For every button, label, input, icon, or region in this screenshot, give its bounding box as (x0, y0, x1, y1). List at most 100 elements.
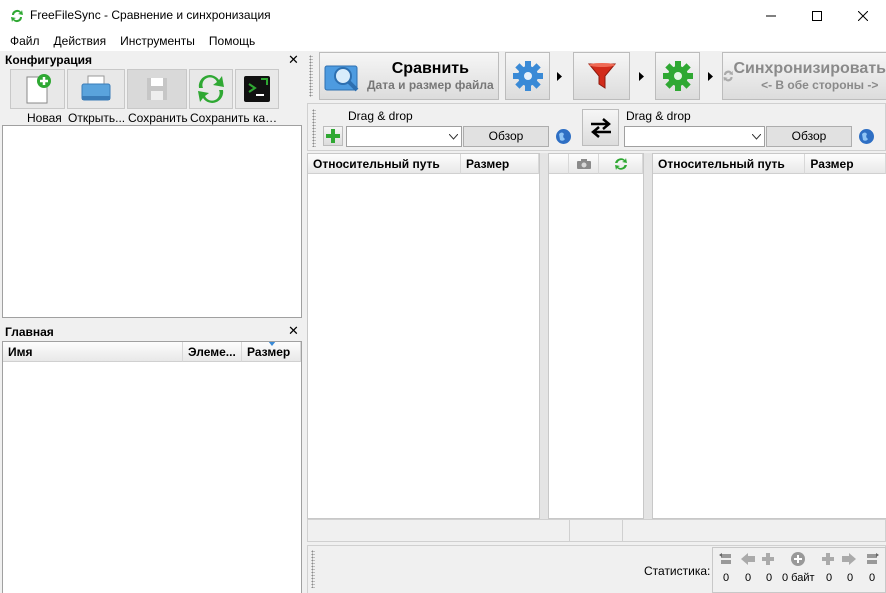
right-folder-input[interactable] (624, 126, 765, 147)
delete-right-icon (822, 553, 834, 565)
left-col-size[interactable]: Размер (461, 154, 539, 174)
overview-tree[interactable]: Имя Элеме... Размер (2, 341, 302, 593)
stat-delete-right: 0 (826, 572, 833, 584)
compare-button[interactable]: Сравнить Дата и размер файла (319, 52, 499, 100)
right-file-grid[interactable]: Относительный путь Размер (652, 153, 886, 519)
right-splitter[interactable] (644, 153, 652, 519)
data-size-icon (791, 552, 805, 566)
statistics-label: Статистика: (644, 564, 711, 578)
stat-data-size: 0 байт (782, 572, 815, 584)
save-as-config-button[interactable] (189, 69, 233, 109)
open-config-label: Открыть... (68, 111, 126, 125)
middle-col-category[interactable] (569, 154, 599, 174)
chevron-down-icon (449, 134, 458, 140)
terminal-icon (244, 76, 270, 102)
stat-delete-left: 0 (766, 572, 773, 584)
create-right-icon (867, 553, 879, 564)
compare-settings-button[interactable] (505, 52, 550, 100)
create-left-icon (719, 553, 731, 564)
right-col-size[interactable]: Размер (805, 154, 886, 174)
sync-arrows-icon (198, 75, 224, 103)
swap-sides-button[interactable] (582, 109, 619, 146)
compare-title: Сравнить (391, 60, 469, 77)
chevron-down-icon (752, 134, 761, 140)
batch-job-button[interactable] (235, 69, 279, 109)
blue-gear-icon (512, 61, 543, 91)
new-config-label: Новая (27, 111, 62, 125)
status-bar (307, 519, 886, 542)
status-divider (569, 520, 570, 541)
folder-row-grip[interactable] (312, 109, 316, 147)
sync-settings-button[interactable] (655, 52, 700, 100)
main-panel-header: Главная (1, 324, 302, 340)
stat-create-left: 0 (723, 572, 730, 584)
swap-arrows-icon (590, 117, 611, 138)
triangle-right-icon (707, 71, 713, 81)
sync-subtitle: <- В обе стороны -> (761, 78, 879, 92)
right-folder-label: Drag & drop (626, 109, 691, 123)
menu-help[interactable]: Помощь (202, 31, 262, 51)
update-left-icon (741, 553, 755, 565)
left-folder-label: Drag & drop (348, 109, 413, 123)
left-col-relpath[interactable]: Относительный путь (308, 154, 461, 174)
update-right-icon (842, 553, 856, 565)
config-panel-close-icon[interactable]: ✕ (288, 53, 299, 67)
overview-col-size[interactable]: Размер (242, 342, 301, 362)
add-folder-pair-button[interactable] (323, 126, 343, 146)
maximize-button[interactable] (794, 0, 840, 31)
new-config-button[interactable] (10, 69, 65, 109)
app-icon (11, 10, 23, 23)
green-gear-icon (662, 61, 693, 91)
config-list[interactable] (2, 125, 302, 318)
left-globe-icon[interactable] (555, 128, 572, 145)
menu-actions[interactable]: Действия (47, 31, 114, 51)
middle-col-action[interactable] (599, 154, 643, 174)
menu-bar: Файл Действия Инструменты Помощь (0, 31, 886, 51)
left-folder-input[interactable] (346, 126, 462, 147)
save-disk-icon (147, 78, 167, 100)
filter-dropdown-arrow[interactable] (635, 53, 647, 99)
plus-icon (326, 129, 340, 143)
stats-grip[interactable] (311, 550, 315, 588)
sync-gray-icon (723, 70, 733, 82)
toolbar-grip[interactable] (309, 55, 313, 97)
new-document-icon (26, 74, 51, 104)
stat-update-right: 0 (847, 572, 854, 584)
middle-col-checkbox (549, 154, 569, 174)
menu-tools[interactable]: Инструменты (113, 31, 202, 51)
close-icon (858, 10, 868, 21)
synchronize-button[interactable]: Синхронизировать <- В обе стороны -> (722, 52, 886, 100)
right-browse-button[interactable]: Обзор (766, 126, 852, 147)
close-window-button[interactable] (840, 0, 886, 31)
save-config-button[interactable] (127, 69, 187, 109)
menu-file[interactable]: Файл (3, 31, 47, 51)
overview-col-items[interactable]: Элеме... (183, 342, 242, 362)
sort-arrow-icon (268, 342, 276, 346)
compare-subtitle: Дата и размер файла (367, 78, 494, 92)
sync-title: Синхронизировать (733, 60, 886, 77)
config-panel-title: Конфигурация (5, 53, 93, 67)
overview-col-name[interactable]: Имя (3, 342, 183, 362)
delete-left-icon (762, 553, 774, 565)
camera-icon (576, 158, 591, 169)
open-folder-icon (81, 75, 111, 101)
compare-dropdown-arrow[interactable] (553, 53, 565, 99)
window-title: FreeFileSync - Сравнение и синхронизация (30, 8, 271, 22)
left-browse-button[interactable]: Обзор (463, 126, 549, 147)
left-splitter[interactable] (540, 153, 548, 519)
right-col-relpath[interactable]: Относительный путь (653, 154, 806, 174)
maximize-icon (812, 10, 822, 21)
status-divider (622, 520, 623, 541)
sync-dropdown-arrow[interactable] (704, 53, 716, 99)
minimize-button[interactable] (748, 0, 794, 31)
compare-magnifier-icon (324, 65, 359, 92)
config-panel-header: Конфигурация (1, 52, 302, 68)
filter-button[interactable] (573, 52, 630, 100)
middle-action-grid[interactable] (548, 153, 644, 519)
main-panel-close-icon[interactable]: ✕ (288, 324, 299, 338)
triangle-right-icon (638, 71, 644, 81)
open-config-button[interactable] (67, 69, 125, 109)
save-config-label: Сохранить (128, 111, 188, 125)
right-globe-icon[interactable] (858, 128, 875, 145)
left-file-grid[interactable]: Относительный путь Размер (307, 153, 540, 519)
